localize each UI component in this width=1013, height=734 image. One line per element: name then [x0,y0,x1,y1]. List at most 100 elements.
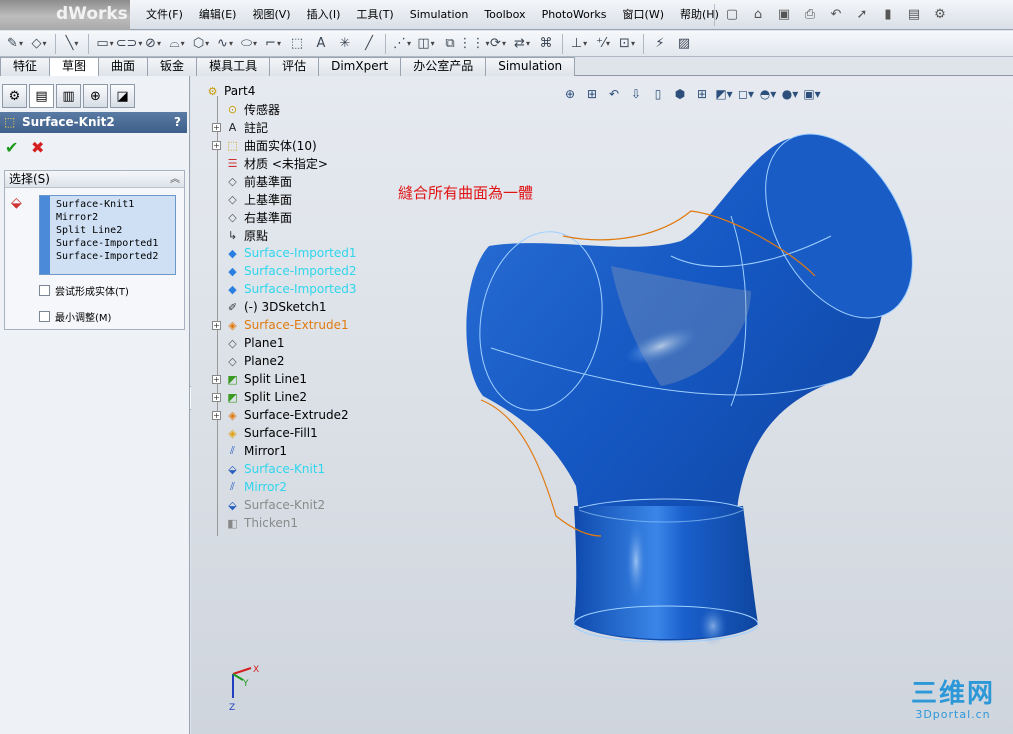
apply-scene-icon[interactable]: ●▾ [781,85,799,103]
dynamic-annotation-icon[interactable]: ▯ [649,85,667,103]
command-tab[interactable]: 特征 [0,57,51,76]
tree-item[interactable]: ⫽ Mirror1 [225,442,287,460]
hide-show-items-icon[interactable]: ◻▾ [737,85,755,103]
selection-item[interactable]: Surface-Knit1 [56,198,158,211]
expand-icon[interactable]: + [212,123,221,132]
selection-header[interactable]: 选择(S) ︽ [5,171,184,188]
menu-item[interactable]: 编辑(E) [191,7,245,23]
min-adjust-option[interactable]: 最小调整(M) [39,309,111,324]
help-button[interactable]: ? [174,112,181,133]
tree-item[interactable]: ◩ Split Line1 [225,370,307,388]
command-tab[interactable]: 办公室产品 [400,57,487,76]
selection-item[interactable]: Surface-Imported2 [56,250,158,263]
selection-item[interactable]: Surface-Imported1 [56,237,158,250]
slot-icon[interactable]: ⊂⊃ [116,34,140,54]
rapid-sketch-icon[interactable]: ⊡ [616,34,638,54]
tree-item[interactable]: ⬚ 曲面实体(10) [225,136,316,154]
tree-root[interactable]: ⚙ Part4 [205,82,256,100]
graphics-area[interactable]: ⚙ Part4 ⊙ 传感器 + A 註記 + ⬚ 曲面实体(10) ☰ 材质 <未指定> ◇ 前基準面 ◇ 上… [191,76,1013,734]
configuration-manager-tab[interactable]: ▥ [56,84,81,108]
menu-item[interactable]: Toolbox [476,7,533,23]
menu-item[interactable]: PhotoWorks [534,7,615,23]
command-tab[interactable]: DimXpert [318,57,402,76]
quick-snaps-icon[interactable]: ⁺⁄ [592,34,614,54]
tree-item[interactable]: ⊙ 传感器 [225,100,280,118]
point-icon[interactable]: ✳ [334,34,356,54]
command-tab[interactable]: 草图 [49,57,100,77]
tree-item[interactable]: ◇ 上基準面 [225,190,292,208]
cancel-button[interactable]: ✖ [31,138,44,157]
try-solid-option[interactable]: 尝试形成实体(T) [39,283,129,298]
view-settings-icon[interactable]: ▣▾ [803,85,821,103]
expand-icon[interactable]: + [212,141,221,150]
tree-item[interactable]: ◧ Thicken1 [225,514,298,532]
expand-icon[interactable]: + [212,321,221,330]
command-tab[interactable]: Simulation [485,57,576,76]
tree-item[interactable]: ◇ 前基準面 [225,172,292,190]
command-tab[interactable]: 评估 [269,57,320,76]
save-icon[interactable]: ▣ [773,4,795,24]
display-style-icon[interactable]: ◩▾ [715,85,733,103]
menu-item[interactable]: 窗口(W) [615,7,672,23]
tree-item[interactable]: ◆ Surface-Imported2 [225,262,356,280]
selection-list[interactable]: Surface-Knit1 Mirror2 Split Line2 Surface-I… [39,195,176,275]
expand-icon[interactable]: + [212,375,221,384]
display-manager-tab[interactable]: ◪ [110,84,135,108]
dimxpert-manager-tab[interactable]: ⊕ [83,84,108,108]
menu-item[interactable]: 插入(I) [299,7,349,23]
undo-icon[interactable]: ↶ [825,4,847,24]
file-properties-icon[interactable]: ▤ [903,4,925,24]
section-view-icon[interactable]: ⇩ [627,85,645,103]
zoom-to-area-icon[interactable]: ⊞ [583,85,601,103]
tree-item[interactable]: ◈ Surface-Extrude2 [225,406,348,424]
pattern-icon[interactable]: ⟳ [487,34,509,54]
tree-item[interactable]: ◆ Surface-Imported1 [225,244,356,262]
command-tab[interactable]: 模具工具 [196,57,271,76]
tree-item[interactable]: A 註記 [225,118,268,136]
ok-button[interactable]: ✔ [5,138,18,157]
move-icon[interactable]: ⇄ [511,34,533,54]
zoom-to-fit-icon[interactable]: ⊕ [561,85,579,103]
menu-item[interactable]: 视图(V) [244,7,298,23]
fillet-icon[interactable]: ⌐ [262,34,284,54]
tree-item[interactable]: ◩ Split Line2 [225,388,307,406]
feature-manager-tab[interactable]: ⚙ [2,84,27,108]
plane-sketch-icon[interactable]: ⬚ [286,34,308,54]
view-orientation-icon[interactable]: ⬢ [671,85,689,103]
expand-icon[interactable]: + [212,393,221,402]
spline-icon[interactable]: ∿ [214,34,236,54]
tree-item[interactable]: ☰ 材质 <未指定> [225,154,328,172]
tree-item[interactable]: ⬙ Surface-Knit2 [225,496,325,514]
menu-item[interactable]: 工具(T) [348,7,401,23]
tree-item[interactable]: ◇ 右基準面 [225,208,292,226]
select-icon[interactable]: ➚ [851,4,873,24]
expand-icon[interactable]: + [212,411,221,420]
command-tab[interactable]: 曲面 [98,57,149,76]
selection-item[interactable]: Split Line2 [56,224,158,237]
ellipse-icon[interactable]: ⬭ [238,34,260,54]
polygon-icon[interactable]: ⬡ [190,34,212,54]
rectangle-icon[interactable]: ▭ [94,34,116,54]
centerline-icon[interactable]: ╱ [358,34,380,54]
arc-icon[interactable]: ⌓ [166,34,188,54]
tree-item[interactable]: ⬙ Surface-Knit1 [225,460,325,478]
menu-item[interactable]: Simulation [402,7,477,23]
tree-item[interactable]: ◇ Plane1 [225,334,284,352]
try-solid-checkbox[interactable] [39,285,50,296]
tree-item[interactable]: ◇ Plane2 [225,352,284,370]
instant3d-icon[interactable]: ⚡ [649,34,671,54]
collapse-icon[interactable]: ︽ [170,171,180,188]
image-icon[interactable]: ▨ [673,34,695,54]
tree-item[interactable]: ◈ Surface-Fill1 [225,424,317,442]
circle-icon[interactable]: ⊘ [142,34,164,54]
trim-icon[interactable]: ⋰ [391,34,413,54]
selection-item[interactable]: Mirror2 [56,211,158,224]
previous-view-icon[interactable]: ↶ [605,85,623,103]
repair-icon[interactable]: ⌘ [535,34,557,54]
sketch-icon[interactable]: ✎ [4,34,26,54]
tree-item[interactable]: ✐ (-) 3DSketch1 [225,298,327,316]
convert-entities-icon[interactable]: ◫ [415,34,437,54]
rebuild-icon[interactable]: ▮ [877,4,899,24]
smart-dimension-icon[interactable]: ◇ [28,34,50,54]
print-icon[interactable]: ⎙ [799,4,821,24]
